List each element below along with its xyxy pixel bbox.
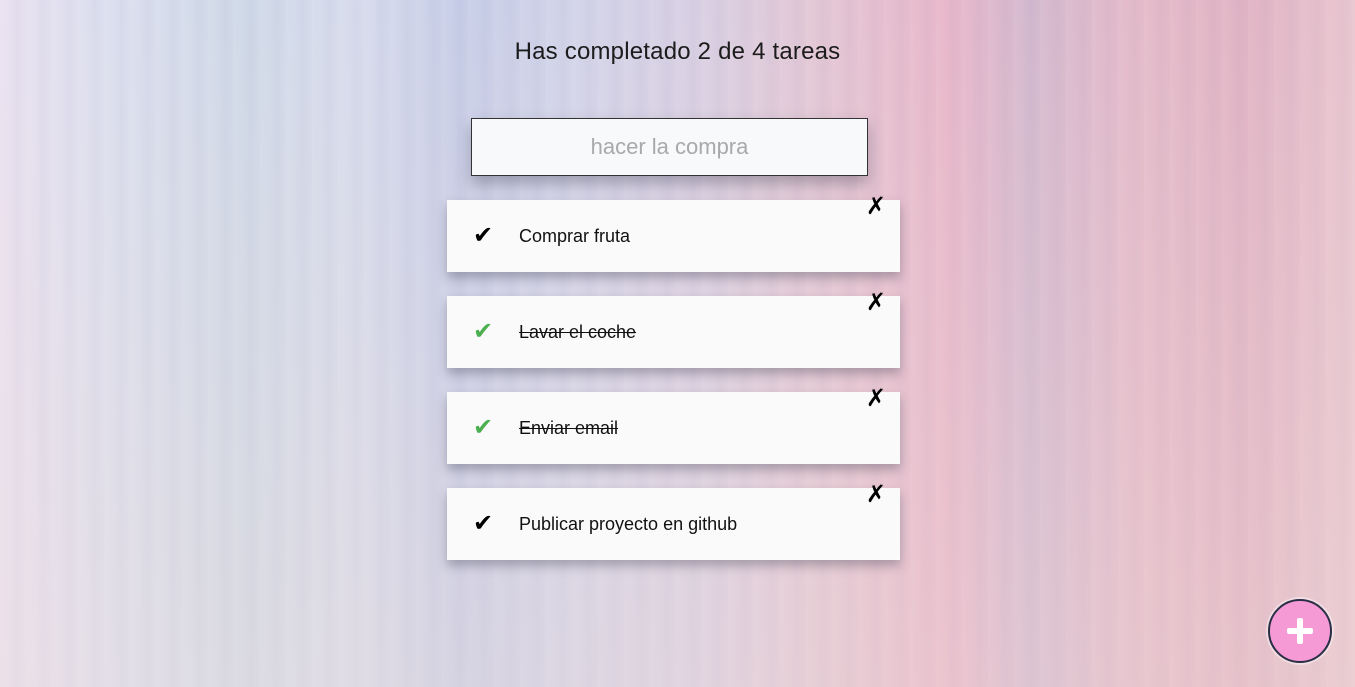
task-label: Publicar proyecto en github (519, 514, 738, 534)
task-label: Comprar fruta (519, 226, 631, 246)
task-item: ✔ Lavar el coche ✗ (447, 288, 900, 368)
delete-x-icon[interactable]: ✗ (866, 192, 886, 220)
task-item: ✔ Enviar email ✗ (447, 384, 900, 464)
task-label: Lavar el coche (519, 322, 637, 342)
task-item: ✔ Comprar fruta ✗ (447, 192, 900, 272)
plus-icon (1297, 618, 1303, 644)
delete-x-icon[interactable]: ✗ (866, 288, 886, 316)
task-item: ✔ Publicar proyecto en github ✗ (447, 480, 900, 560)
add-task-button[interactable] (1268, 599, 1332, 663)
checkmark-icon[interactable]: ✔ (473, 222, 493, 250)
task-label: Enviar email (519, 418, 619, 438)
page-title: Has completado 2 de 4 tareas (514, 38, 841, 65)
new-task-field[interactable] (471, 118, 868, 176)
new-task-input[interactable] (472, 119, 867, 175)
checkmark-icon[interactable]: ✔ (473, 510, 493, 538)
checkmark-icon[interactable]: ✔ (473, 318, 493, 346)
delete-x-icon[interactable]: ✗ (866, 480, 886, 508)
delete-x-icon[interactable]: ✗ (866, 384, 886, 412)
checkmark-icon[interactable]: ✔ (473, 414, 493, 442)
